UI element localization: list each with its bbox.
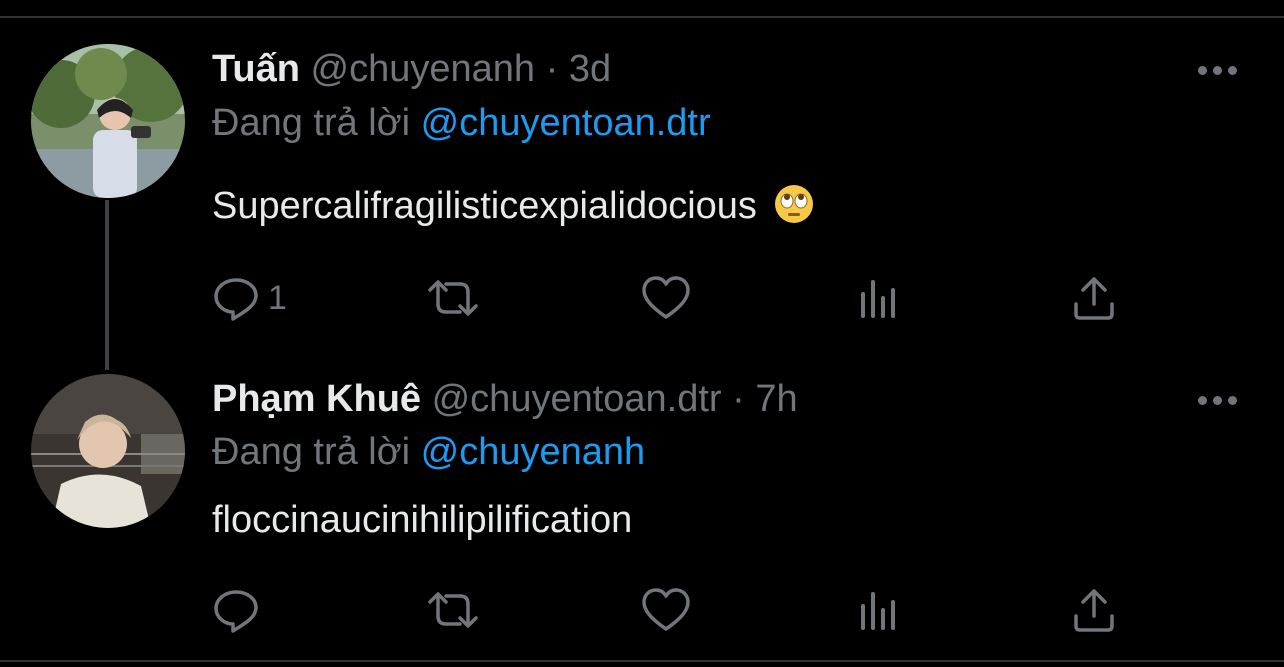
views-icon bbox=[861, 592, 895, 630]
views-icon bbox=[861, 280, 895, 318]
tweet-body: floccinaucinihilipilification bbox=[212, 499, 633, 541]
dot-icon bbox=[1213, 65, 1222, 75]
avatar[interactable] bbox=[31, 44, 185, 198]
thread-connector-line bbox=[105, 200, 109, 370]
share-button[interactable] bbox=[1072, 584, 1116, 636]
like-icon bbox=[642, 276, 690, 319]
tweet-actions bbox=[212, 584, 1132, 636]
reply-icon bbox=[214, 590, 258, 633]
tweet-text: Supercalifragilisticexpialidocious bbox=[212, 183, 814, 235]
replying-to-line: Đang trả lời @chuyentoan.dtr bbox=[212, 100, 711, 146]
timestamp[interactable]: 3d bbox=[569, 48, 611, 90]
top-divider bbox=[0, 16, 1284, 18]
tweet-text: floccinaucinihilipilification bbox=[212, 497, 632, 543]
share-button[interactable] bbox=[1072, 272, 1116, 324]
bottom-divider bbox=[0, 660, 1284, 662]
face-with-rolling-eyes-icon bbox=[774, 184, 814, 235]
retweet-icon bbox=[428, 280, 478, 316]
dot-icon bbox=[1213, 395, 1222, 405]
replying-to-mention[interactable]: @chuyentoan.dtr bbox=[421, 102, 711, 144]
reply-count: 1 bbox=[268, 278, 287, 317]
replying-prefix: Đang trả lời bbox=[212, 102, 411, 144]
tweet-header: Phạm Khuê @chuyentoan.dtr · 7h bbox=[212, 376, 798, 422]
display-name[interactable]: Phạm Khuê bbox=[212, 378, 421, 420]
dot-icon bbox=[1198, 395, 1207, 405]
retweet-button[interactable] bbox=[424, 272, 482, 324]
dot-icon bbox=[1228, 65, 1237, 75]
reply-button[interactable]: 1 bbox=[212, 272, 287, 324]
separator-dot: · bbox=[545, 48, 559, 90]
tweet-header: Tuấn @chuyenanh · 3d bbox=[212, 46, 611, 92]
user-handle[interactable]: @chuyenanh bbox=[311, 48, 536, 90]
reply-button[interactable] bbox=[212, 584, 268, 636]
display-name[interactable]: Tuấn bbox=[212, 48, 300, 90]
replying-prefix: Đang trả lời bbox=[212, 431, 411, 473]
more-options-button[interactable] bbox=[1198, 60, 1244, 80]
retweet-icon bbox=[428, 592, 478, 628]
timestamp[interactable]: 7h bbox=[755, 378, 797, 420]
dot-icon bbox=[1228, 395, 1237, 405]
share-icon bbox=[1074, 277, 1114, 320]
user-handle[interactable]: @chuyentoan.dtr bbox=[432, 378, 722, 420]
avatar[interactable] bbox=[31, 374, 185, 528]
avatar-photo bbox=[31, 44, 185, 198]
avatar-photo bbox=[31, 374, 185, 528]
like-button[interactable] bbox=[640, 584, 692, 636]
share-icon bbox=[1074, 589, 1114, 632]
tweet-actions: 1 bbox=[212, 272, 1132, 324]
replying-to-mention[interactable]: @chuyenanh bbox=[421, 431, 646, 473]
dot-icon bbox=[1198, 65, 1207, 75]
retweet-button[interactable] bbox=[424, 584, 482, 636]
views-button[interactable] bbox=[857, 584, 901, 636]
tweet-body: Supercalifragilisticexpialidocious bbox=[212, 185, 757, 227]
reply-icon bbox=[214, 278, 258, 321]
replying-to-line: Đang trả lời @chuyenanh bbox=[212, 429, 645, 475]
like-button[interactable] bbox=[640, 272, 692, 324]
like-icon bbox=[642, 588, 690, 631]
views-button[interactable] bbox=[857, 272, 901, 324]
separator-dot: · bbox=[732, 378, 745, 420]
more-options-button[interactable] bbox=[1198, 390, 1244, 410]
